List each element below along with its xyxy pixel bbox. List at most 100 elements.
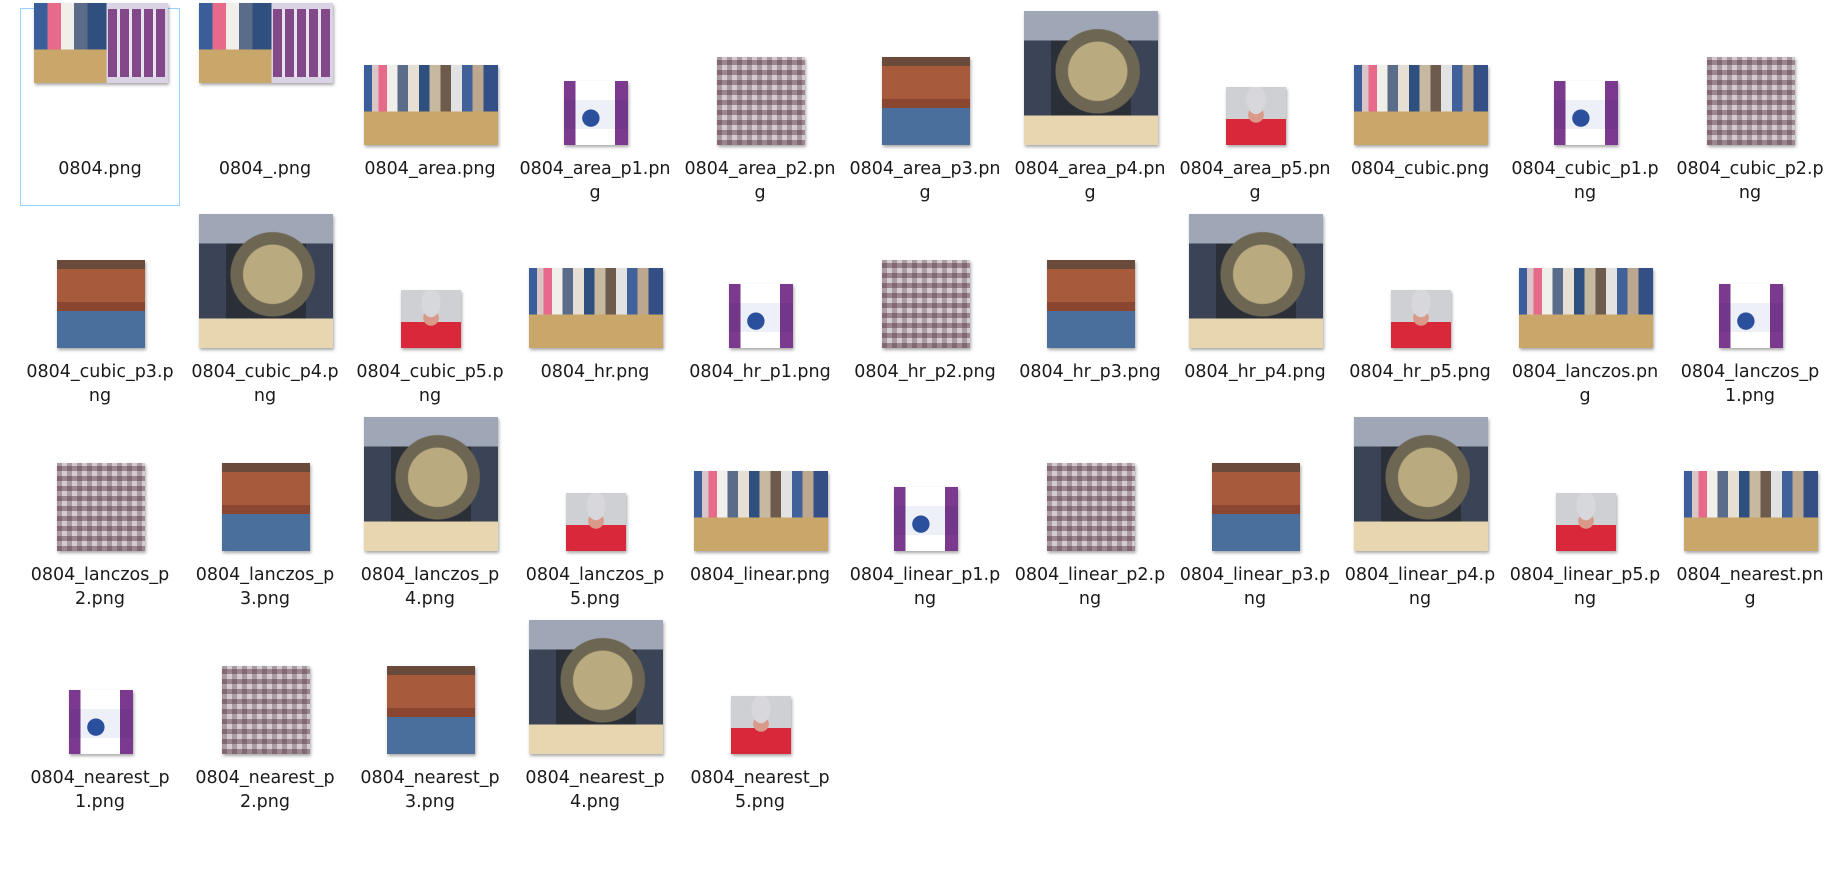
file-item[interactable]: 0804_area_p3.png (845, 8, 1005, 206)
file-item[interactable]: 0804_linear_p2.png (1010, 414, 1170, 612)
file-item[interactable]: 0804_area_p1.png (515, 8, 675, 206)
image-thumbnail (694, 471, 828, 551)
thumbnail-area (681, 415, 841, 557)
file-name-label: 0804_nearest_p5.png (690, 768, 830, 812)
image-thumbnail (717, 57, 805, 145)
file-item[interactable]: 0804_hr_p3.png (1010, 211, 1170, 409)
thumbnail-area (1506, 415, 1666, 557)
file-name-label: 0804_cubic_p5.png (356, 362, 504, 406)
image-thumbnail (1226, 87, 1286, 145)
image-thumbnail (566, 493, 626, 551)
file-item[interactable]: 0804_lanczos_p2.png (20, 414, 180, 612)
image-thumbnail (364, 65, 498, 145)
file-name-label: 0804_area_p2.png (684, 159, 836, 203)
file-name-label: 0804_nearest_p3.png (360, 768, 500, 812)
file-item[interactable]: 0804_hr.png (515, 211, 675, 409)
thumbnail-area (846, 9, 1006, 151)
image-thumbnail (1047, 463, 1135, 551)
file-item[interactable]: 0804_lanczos_p4.png (350, 414, 510, 612)
image-thumbnail (729, 284, 793, 348)
thumbnail-area (21, 212, 181, 354)
thumbnail-area (1506, 212, 1666, 354)
file-name-label: 0804_lanczos_p5.png (525, 565, 665, 609)
file-item[interactable]: 0804_area_p5.png (1175, 8, 1335, 206)
image-thumbnail (1719, 284, 1783, 348)
thumbnail-area (1176, 415, 1336, 557)
file-item[interactable]: 0804_linear_p3.png (1175, 414, 1335, 612)
image-thumbnail (69, 690, 133, 754)
file-item[interactable]: 0804_linear_p5.png (1505, 414, 1665, 612)
image-thumbnail (1391, 290, 1451, 348)
image-thumbnail (1024, 11, 1158, 145)
file-name-label: 0804_lanczos_p4.png (360, 565, 500, 609)
file-item[interactable]: 0804_lanczos_p5.png (515, 414, 675, 612)
thumbnail-area (681, 9, 841, 151)
file-item[interactable]: 0804_hr_p1.png (680, 211, 840, 409)
thumbnail-area (351, 415, 511, 557)
file-item[interactable]: 0804_area_p4.png (1010, 8, 1170, 206)
thumbnail-area (21, 415, 181, 557)
image-thumbnail (882, 260, 970, 348)
file-name-label: 0804_lanczos_p1.png (1680, 362, 1820, 406)
file-name-label: 0804_area_p1.png (519, 159, 671, 203)
file-item[interactable]: 0804_nearest.png (1670, 414, 1830, 612)
file-item[interactable]: 0804_lanczos_p1.png (1670, 211, 1830, 409)
file-item[interactable]: 0804_hr_p4.png (1175, 211, 1335, 409)
file-name-label: 0804_linear_p4.png (1344, 565, 1496, 609)
file-name-label: 0804_linear_p5.png (1509, 565, 1661, 609)
thumbnail-area (1671, 9, 1831, 151)
thumbnail-area (1341, 415, 1501, 557)
thumbnail-area (1506, 9, 1666, 151)
file-item[interactable]: 0804_cubic.png (1340, 8, 1500, 206)
file-name-label: 0804_hr_p1.png (689, 362, 831, 382)
file-item[interactable]: 0804_cubic_p1.png (1505, 8, 1665, 206)
file-item[interactable]: 0804_hr_p2.png (845, 211, 1005, 409)
file-name-label: 0804_cubic_p4.png (191, 362, 339, 406)
file-item[interactable]: 0804_linear.png (680, 414, 840, 612)
file-item[interactable]: 0804_nearest_p3.png (350, 617, 510, 815)
file-name-label: 0804.png (58, 159, 142, 179)
file-item[interactable]: 0804_cubic_p5.png (350, 211, 510, 409)
file-item[interactable]: 0804_cubic_p3.png (20, 211, 180, 409)
file-item[interactable]: 0804_area.png (350, 8, 510, 206)
file-item[interactable]: 0804_linear_p1.png (845, 414, 1005, 612)
image-thumbnail (222, 463, 310, 551)
thumbnail-area (1176, 212, 1336, 354)
file-item[interactable]: 0804_hr_p5.png (1340, 211, 1500, 409)
thumbnail-area (516, 212, 676, 354)
file-item[interactable]: 0804_nearest_p2.png (185, 617, 345, 815)
file-item[interactable]: 0804.png (20, 3, 180, 206)
file-item[interactable]: 0804_.png (185, 3, 345, 206)
file-name-label: 0804_hr_p5.png (1349, 362, 1491, 382)
image-thumbnail (894, 487, 958, 551)
file-item[interactable]: 0804_linear_p4.png (1340, 414, 1500, 612)
thumbnail-area (1011, 415, 1171, 557)
image-thumbnail (57, 260, 145, 348)
thumbnail-area (1011, 9, 1171, 151)
file-name-label: 0804_hr_p2.png (854, 362, 996, 382)
file-name-label: 0804_hr_p4.png (1184, 362, 1326, 382)
image-thumbnail (564, 81, 628, 145)
file-name-label: 0804_nearest.png (1676, 565, 1824, 609)
file-item[interactable]: 0804_area_p2.png (680, 8, 840, 206)
image-thumbnail (731, 696, 791, 754)
thumbnail-area (186, 415, 346, 557)
file-item[interactable]: 0804_nearest_p1.png (20, 617, 180, 815)
thumbnail-area (351, 9, 511, 151)
thumbnail-area (1671, 415, 1831, 557)
thumbnail-area (516, 415, 676, 557)
file-name-label: 0804_area.png (364, 159, 496, 179)
file-name-label: 0804_cubic_p2.png (1676, 159, 1824, 203)
image-thumbnail (882, 57, 970, 145)
thumbnail-area (1671, 212, 1831, 354)
file-name-label: 0804_area_p3.png (849, 159, 1001, 203)
file-item[interactable]: 0804_cubic_p2.png (1670, 8, 1830, 206)
file-item[interactable]: 0804_cubic_p4.png (185, 211, 345, 409)
thumbnail-area (1341, 9, 1501, 151)
file-item[interactable]: 0804_lanczos_p3.png (185, 414, 345, 612)
thumbnail-area (846, 415, 1006, 557)
file-item[interactable]: 0804_nearest_p5.png (680, 617, 840, 815)
file-item[interactable]: 0804_lanczos.png (1505, 211, 1665, 409)
thumbnail-area (681, 618, 841, 760)
file-item[interactable]: 0804_nearest_p4.png (515, 617, 675, 815)
